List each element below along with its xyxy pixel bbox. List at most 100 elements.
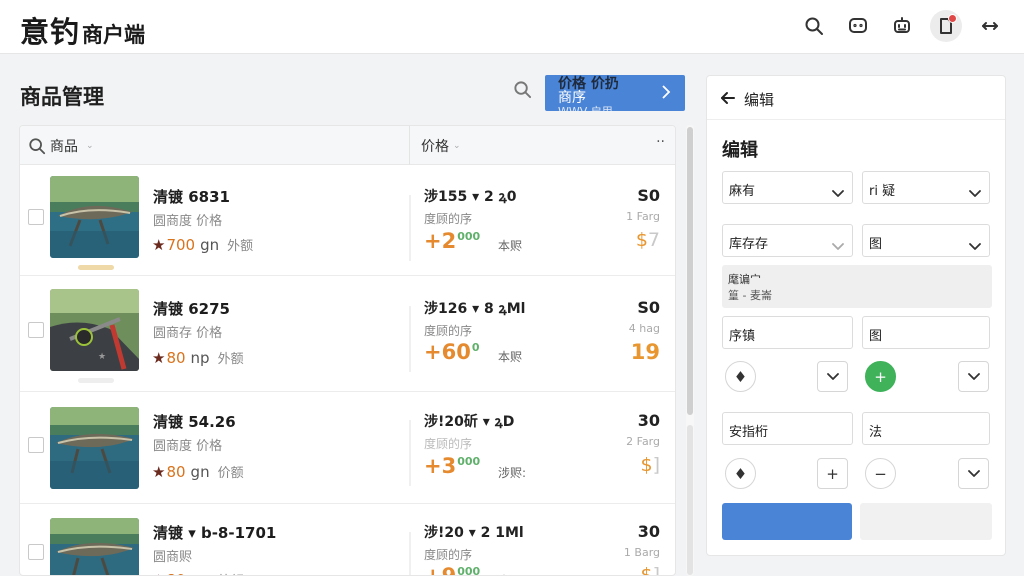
notification-badge [948, 14, 957, 23]
chevron-down-icon [969, 183, 981, 197]
top-bar: 意钓 商户端 [0, 0, 1024, 54]
select-field-2[interactable]: ri 疑 [862, 171, 990, 204]
price-value: 涉126 ▾ 8 ꝝMl [424, 301, 526, 317]
stock-mark: $7 [636, 229, 660, 251]
diamond-icon[interactable]: ♦ [725, 458, 756, 489]
chevron-down-icon [969, 236, 981, 250]
save-button[interactable] [722, 503, 852, 540]
dropdown-button[interactable] [817, 361, 848, 392]
cancel-button[interactable] [860, 503, 992, 540]
thumbnail-indicator [78, 378, 114, 383]
scrollbar-track-lower [687, 425, 693, 575]
column-divider [409, 306, 411, 372]
row-checkbox[interactable] [28, 544, 44, 560]
stock-subtitle: 1 Farg [626, 210, 660, 223]
stock-value: 30 [637, 411, 660, 430]
input-field-7[interactable]: 安指桁 [722, 412, 853, 445]
delta-label: 本赆 [498, 350, 523, 364]
swap-icon[interactable] [974, 10, 1006, 42]
field-label: 序镇 [729, 329, 756, 344]
price-delta: +3 000 [424, 454, 480, 478]
select-field-1[interactable]: 麻有 [722, 171, 853, 204]
stock-subtitle: 1 Barg [623, 546, 660, 559]
table-row[interactable]: 清镀 6831 圆商度 价格 ★ 700 gn 外额 涉155 ▾ 2 ꝝ0 度… [20, 165, 675, 276]
product-thumbnail [50, 176, 139, 258]
column-header-price[interactable]: 价格 ⌄ [421, 136, 461, 156]
chevron-down-icon [832, 236, 844, 250]
scrollbar-thumb[interactable] [687, 127, 693, 415]
top-toolbar [798, 10, 1006, 42]
thumbnail-indicator [78, 265, 114, 270]
product-subtitle: 圆商赆 [153, 550, 193, 565]
input-field-8[interactable]: 法 [862, 412, 990, 445]
diamond-icon[interactable]: ♦ [725, 361, 756, 392]
back-arrow-icon[interactable] [719, 89, 737, 107]
stock-mark-secondary: ] [652, 454, 660, 476]
add-green-button[interactable]: + [865, 361, 896, 392]
column-header-name[interactable]: 商品 ⌄ [28, 136, 94, 156]
stock-mark: $] [640, 564, 660, 575]
field-label: 安指桁 [729, 425, 769, 440]
input-field-5[interactable]: 序镇 [722, 316, 853, 349]
column-more-icon[interactable]: ·· [656, 134, 665, 150]
row-checkbox[interactable] [28, 209, 44, 225]
product-search-icon[interactable] [509, 76, 535, 102]
select-field-3[interactable]: 库存存 [722, 224, 853, 257]
rating-unit: gn [190, 463, 210, 481]
notification-icon[interactable] [930, 10, 962, 42]
decrement-button[interactable]: − [865, 458, 896, 489]
table-row[interactable]: 清镀 54.26 圆商度 价格 ★ 80 gn 价额 涉!20斫 ▾ ꝝD 度顾… [20, 392, 675, 504]
column-divider [409, 420, 411, 486]
product-subtitle: 圆商度 价格 [153, 439, 223, 454]
rating-value: 80 [166, 571, 185, 575]
notes-line-1: 麾谝宀 [728, 273, 761, 286]
field-label: 法 [869, 425, 883, 440]
delta-superscript: 0 [471, 341, 480, 354]
chevron-down-icon [826, 372, 839, 380]
row-checkbox[interactable] [28, 322, 44, 338]
row-checkbox[interactable] [28, 437, 44, 453]
rating-value: 80 [166, 463, 186, 481]
dropdown-button[interactable] [958, 458, 989, 489]
star-icon: ★ [152, 463, 166, 481]
table-row[interactable]: 清镀 ▾ b-8-1701 圆商赆 ★ 80 gn 外额 涉!20 ▾ 2 1M… [20, 504, 675, 575]
price-subtitle: 度顾的序 [424, 212, 473, 226]
sort-caret-icon: ⌄ [86, 141, 94, 151]
brand-name: 意钓 [20, 15, 81, 49]
table-row[interactable]: ★ 清镀 6275 圆商存 价格 ★ 80 np 外额 涉126 ▾ 8 ꝝMl… [20, 276, 675, 392]
price-delta: +60 0 [424, 340, 479, 364]
brand-subtitle: 商户端 [82, 23, 146, 47]
input-field-6[interactable]: 图 [862, 316, 990, 349]
price-delta: +9 000 [424, 564, 480, 575]
increment-button[interactable]: + [817, 458, 848, 489]
table-scrollbar[interactable] [686, 125, 694, 576]
product-rating: ★ 700 gn 外额 [152, 235, 253, 254]
dropdown-button[interactable] [958, 361, 989, 392]
chat-icon[interactable] [842, 10, 874, 42]
delta-label: 本赆 [498, 239, 523, 253]
delta-label: 本赆 [498, 572, 522, 575]
sort-button-line3: WWV 启用 [558, 103, 613, 111]
product-name: 清镀 54.26 [153, 413, 236, 431]
rating-tag: 外额 [218, 570, 244, 575]
sort-caret-icon: ⌄ [453, 141, 461, 151]
price-subtitle: 度顾的序 [424, 548, 473, 562]
field-label: 图 [869, 329, 883, 344]
stock-subtitle: 2 Farg [626, 435, 660, 448]
field-label: 图 [869, 237, 883, 252]
rating-tag: 价额 [217, 466, 244, 481]
product-subtitle: 圆商度 价格 [153, 214, 223, 229]
product-thumbnail [50, 518, 139, 575]
chevron-down-icon [832, 183, 844, 197]
notes-field[interactable]: 麾谝宀 篁 - 麦崙 [722, 265, 992, 308]
price-subtitle: 度顾的序 [424, 437, 473, 451]
edit-header-title: 编辑 [744, 91, 775, 109]
stock-mark: 19 [631, 340, 660, 364]
search-icon[interactable] [798, 10, 830, 42]
star-icon: ★ [152, 236, 166, 254]
robot-icon[interactable] [886, 10, 918, 42]
sort-button[interactable]: 价格 价扔 商序 WWV 启用 [545, 75, 685, 111]
field-label: 麻有 [729, 184, 756, 199]
select-field-4[interactable]: 图 [862, 224, 990, 257]
svg-text:★: ★ [98, 352, 106, 362]
